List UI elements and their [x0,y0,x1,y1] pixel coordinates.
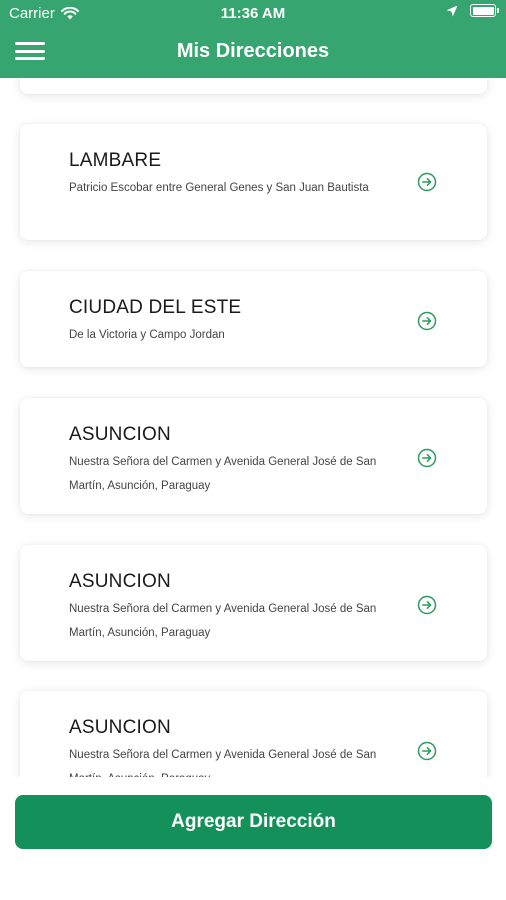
address-city: CIUDAD DEL ESTE [69,297,242,318]
address-city: ASUNCION [69,424,171,445]
address-city: ASUNCION [69,571,171,592]
bottom-action-area: Agregar Dirección [0,777,506,900]
address-detail: Patricio Escobar entre General Genes y S… [69,182,369,194]
address-card[interactable]: ASUNCION Nuestra Señora del Carmen y Ave… [20,398,487,514]
address-detail: Nuestra Señora del Carmen y Avenida Gene… [69,456,377,492]
status-right-icons [446,4,499,17]
address-city: ASUNCION [69,717,171,738]
add-address-button[interactable]: Agregar Dirección [15,795,492,849]
battery-icon [470,4,499,17]
address-card[interactable]: ASUNCION Nuestra Señora del Carmen y Ave… [20,545,487,661]
status-bar: Carrier 11:36 AM [0,0,506,26]
page-title: Mis Direcciones [176,40,330,62]
address-card[interactable] [20,78,487,94]
location-arrow-icon [446,5,458,16]
arrow-right-circle-icon[interactable] [417,172,437,192]
address-card[interactable]: LAMBARE Patricio Escobar entre General G… [20,124,487,240]
nav-bar: Mis Direcciones [0,26,506,78]
arrow-right-circle-icon[interactable] [417,448,437,468]
address-detail: De la Victoria y Campo Jordan [69,329,225,341]
address-card[interactable]: CIUDAD DEL ESTE De la Victoria y Campo J… [20,271,487,367]
status-time: 11:36 AM [220,5,286,22]
address-city: LAMBARE [69,150,162,171]
address-detail: Nuestra Señora del Carmen y Avenida Gene… [69,603,377,639]
arrow-right-circle-icon[interactable] [417,741,437,761]
address-list[interactable]: LAMBARE Patricio Escobar entre General G… [0,78,506,777]
app-header: Carrier 11:36 AM Mis Direcciones [0,0,506,78]
address-card[interactable]: ASUNCION Nuestra Señora del Carmen y Ave… [20,691,487,777]
address-detail: Nuestra Señora del Carmen y Avenida Gene… [69,749,377,777]
arrow-right-circle-icon[interactable] [417,595,437,615]
arrow-right-circle-icon[interactable] [417,311,437,331]
